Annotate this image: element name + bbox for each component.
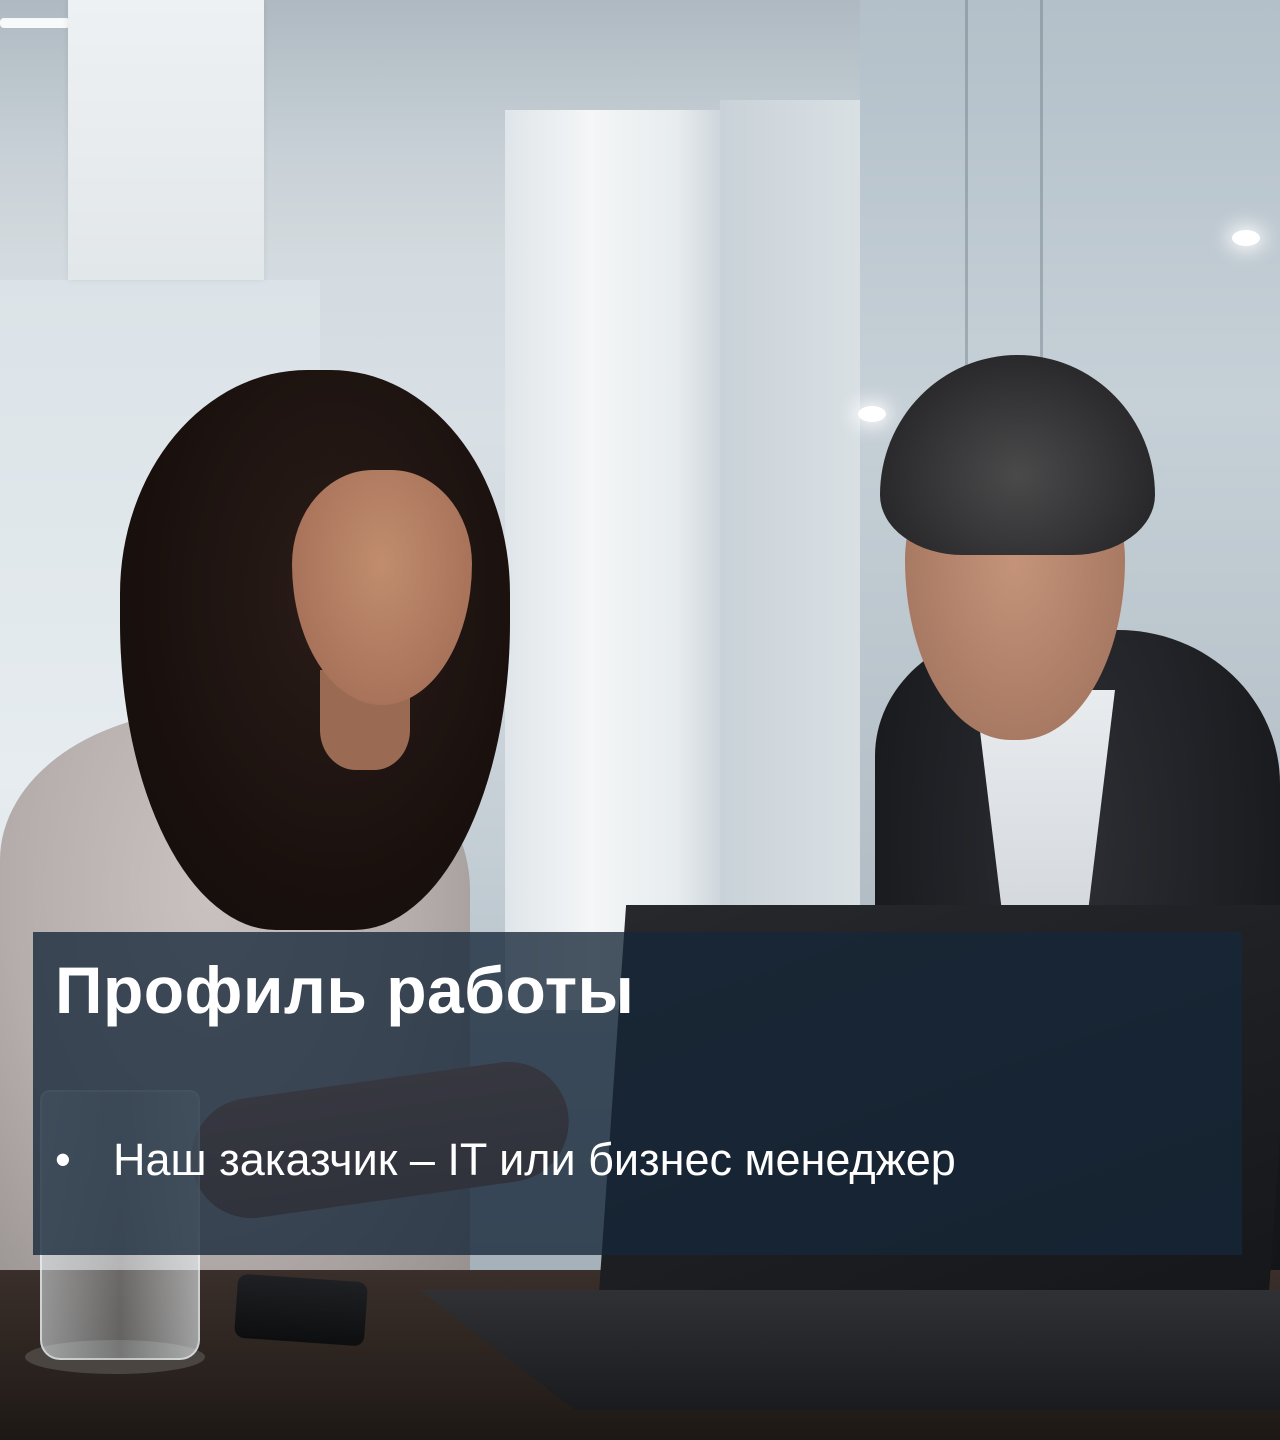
- wall-board: [68, 0, 264, 280]
- bullet-text: Наш заказчик – IT или бизнес менеджер: [113, 1134, 956, 1185]
- ceiling-lamp: [858, 406, 886, 422]
- ceiling-light: [0, 18, 70, 28]
- office-pillar: [720, 100, 860, 1000]
- bullet-item: • Наш заказчик – IT или бизнес менеджер: [55, 1125, 956, 1195]
- office-pillar: [505, 110, 720, 1010]
- bullet-marker: •: [55, 1134, 71, 1185]
- ceiling-lamp: [1232, 230, 1260, 246]
- smartphone: [233, 1273, 369, 1347]
- slide-title: Профиль работы: [55, 953, 635, 1027]
